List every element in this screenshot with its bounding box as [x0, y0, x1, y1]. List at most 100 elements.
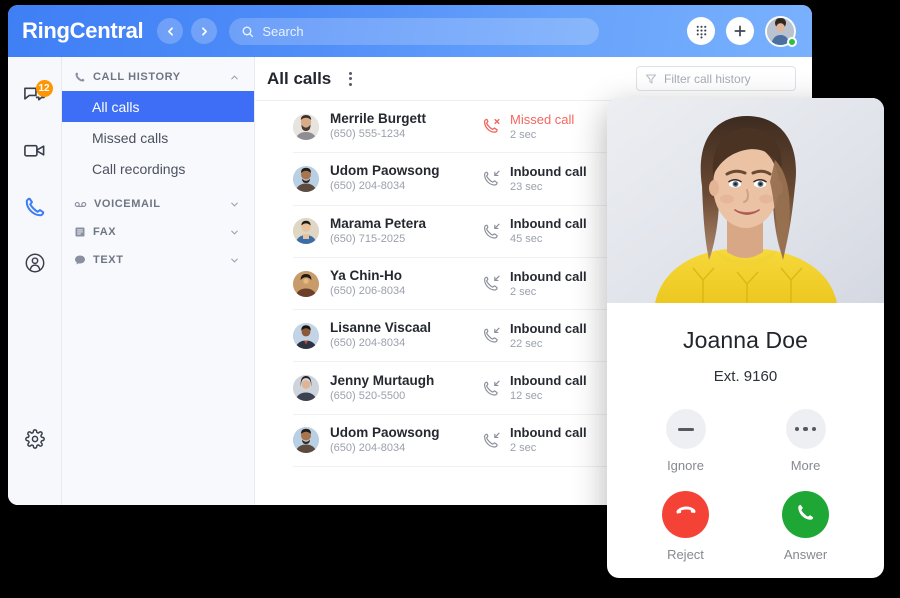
nav-group-voicemail[interactable]: VOICEMAIL [62, 190, 254, 218]
nav-back-button[interactable] [157, 18, 184, 44]
call-meta: Inbound call 45 sec [510, 216, 587, 246]
call-duration: 22 sec [510, 337, 543, 350]
call-duration: 45 sec [510, 233, 543, 246]
caller-name: Marama Petera [330, 215, 427, 231]
phone-inbound-icon [482, 169, 506, 188]
sidebar-item-missed-calls[interactable]: Missed calls [62, 122, 254, 153]
call-type: Inbound call [510, 425, 587, 441]
dialpad-icon [694, 24, 709, 39]
phone-answer-icon [795, 501, 817, 528]
caller-photo [607, 98, 884, 303]
rail-item-contacts[interactable] [15, 245, 55, 285]
caller-name: Udom Paowsong [330, 424, 440, 440]
avatar [293, 427, 319, 454]
caller-identity: Jenny Murtaugh (650) 520-5500 [330, 373, 482, 404]
reject-icon-wrap [662, 491, 709, 538]
status-badge-online [787, 36, 797, 47]
rail-item-video[interactable] [15, 133, 55, 173]
fax-icon [74, 226, 86, 238]
chevron-down-icon [229, 255, 240, 266]
call-duration: 23 sec [510, 180, 543, 193]
phone-icon [24, 196, 46, 223]
rail-item-settings[interactable] [15, 421, 55, 461]
rail-item-messages[interactable]: 12 [15, 77, 55, 117]
ignore-button[interactable]: Ignore [650, 409, 722, 473]
answer-label: Answer [783, 547, 828, 562]
nav-group-fax[interactable]: FAX [62, 218, 254, 246]
avatar [293, 113, 319, 140]
kebab-dot [349, 71, 353, 75]
primary-actions: Reject Answer [607, 491, 884, 562]
filter-placeholder: Filter call history [664, 71, 751, 86]
caller-extension: Ext. 9160 [713, 368, 778, 385]
icon-rail: 12 [8, 57, 62, 505]
header-actions [687, 15, 798, 47]
call-type: Inbound call [510, 268, 587, 284]
gear-icon [24, 428, 45, 454]
caller-identity: Ya Chin-Ho (650) 206-8034 [330, 268, 482, 299]
chevron-right-icon [198, 25, 211, 38]
call-type: Inbound call [510, 373, 587, 389]
call-meta: Inbound call 2 sec [510, 269, 587, 299]
caller-name: Merrile Burgett [330, 111, 427, 127]
nav-group-call-history[interactable]: CALL HISTORY [62, 63, 254, 91]
filter-call-history-input[interactable]: Filter call history [636, 66, 796, 91]
add-button[interactable] [726, 17, 754, 45]
search-placeholder: Search [262, 23, 304, 39]
screenshot-stage: RingCentral Search 12 CALL HISTORY All c… [0, 0, 900, 598]
phone-inbound-icon [482, 222, 506, 241]
ellipsis-dot [794, 426, 800, 432]
kebab-dot [349, 82, 353, 86]
search-input[interactable]: Search [229, 17, 600, 45]
answer-button[interactable]: Answer [770, 491, 842, 562]
reject-button[interactable]: Reject [650, 491, 722, 562]
call-meta: Inbound call 23 sec [510, 164, 587, 194]
caller-identity: Lisanne Viscaal (650) 204-8034 [330, 320, 482, 351]
content-header: All calls Filter call history [255, 57, 812, 101]
minus-icon [677, 427, 694, 431]
user-avatar-button[interactable] [765, 15, 797, 47]
phone-icon [74, 71, 86, 83]
caller-phone: (650) 204-8034 [330, 180, 406, 193]
answer-icon-wrap [782, 491, 829, 538]
caller-name: Jenny Murtaugh [330, 372, 435, 388]
nav-group-text[interactable]: TEXT [62, 246, 254, 274]
call-duration: 2 sec [510, 285, 537, 298]
ellipsis-dot [811, 426, 817, 432]
nav-group-label: VOICEMAIL [94, 198, 161, 210]
nav-forward-button[interactable] [191, 18, 218, 44]
call-duration: 2 sec [510, 128, 537, 141]
sidebar-item-all-calls[interactable]: All calls [62, 91, 254, 122]
caller-name: Udom Paowsong [330, 163, 440, 179]
rail-item-phone[interactable] [15, 189, 55, 229]
caller-phone: (650) 204-8034 [330, 337, 406, 350]
phone-inbound-icon [482, 326, 506, 345]
nav-group-label: FAX [93, 226, 117, 238]
messages-unread-badge: 12 [35, 80, 53, 97]
chevron-down-icon [229, 199, 240, 210]
caller-identity: Marama Petera (650) 715-2025 [330, 216, 482, 247]
chevron-down-icon [229, 227, 240, 238]
caller-phone: (650) 520-5500 [330, 389, 406, 402]
call-meta: Inbound call 22 sec [510, 321, 587, 351]
ellipsis-dot [803, 426, 808, 432]
call-meta: Inbound call 2 sec [510, 425, 587, 455]
dialpad-button[interactable] [687, 17, 715, 45]
plus-icon [732, 23, 748, 39]
call-type: Inbound call [510, 320, 587, 336]
avatar [293, 322, 319, 349]
call-type: Inbound call [510, 163, 587, 179]
phone-inbound-icon [482, 379, 506, 398]
call-duration: 2 sec [510, 442, 537, 455]
caller-identity: Merrile Burgett (650) 555-1234 [330, 111, 482, 142]
more-button[interactable]: More [770, 409, 842, 473]
app-header: RingCentral Search [8, 5, 812, 57]
kebab-menu-icon[interactable] [343, 68, 358, 90]
caller-phone: (650) 204-8034 [330, 441, 406, 454]
avatar [293, 165, 319, 192]
video-camera-icon [23, 139, 46, 167]
nav-arrows [157, 18, 218, 44]
caller-identity: Udom Paowsong (650) 204-8034 [330, 163, 482, 194]
text-bubble-icon [74, 254, 86, 266]
sidebar-item-call-recordings[interactable]: Call recordings [62, 153, 254, 184]
